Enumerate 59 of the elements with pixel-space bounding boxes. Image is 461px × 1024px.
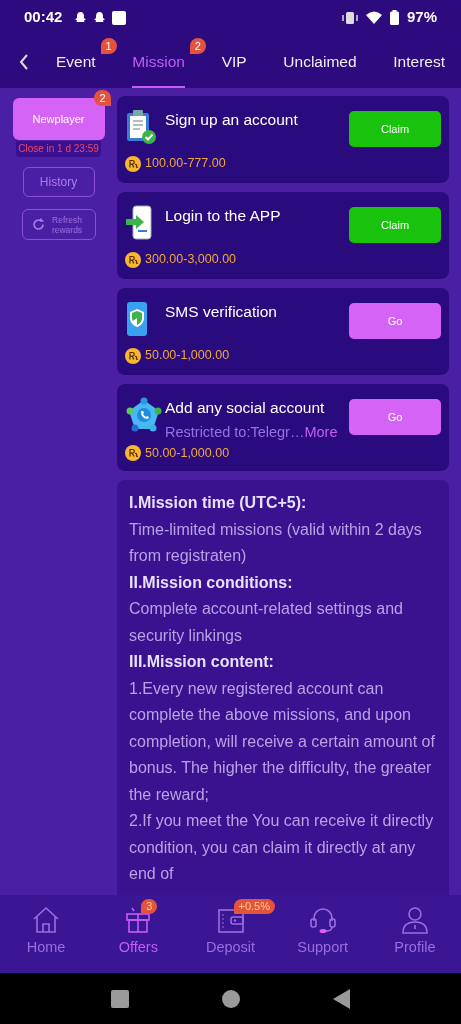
nav-tab[interactable]: Home (0, 895, 93, 973)
go-button[interactable]: Go (349, 303, 441, 339)
history-button[interactable]: History (22, 167, 95, 197)
badge: 2 (189, 38, 206, 54)
reward-amount: 300.00-3,000.00 (145, 251, 237, 269)
rule-paragraph: 2.If you meet the You can receive it directly condition, you can claim it directly at any end of (129, 811, 435, 884)
rule-paragraph: 1.Every new registered account can complete the above missions, and upon completion, will receive a certain amount of bonus. The higher the difficulty, the greater the reward; (129, 678, 436, 805)
mission-title: Login to the APP (165, 206, 282, 226)
rule-paragraph: Complete account-related settings and security linkings (129, 599, 404, 646)
mission-title: Sign up an account (165, 110, 299, 130)
phone-network-icon (125, 396, 163, 434)
clipboard-check-icon (125, 109, 157, 145)
claim-button[interactable]: Claim (349, 111, 441, 147)
nav-tab[interactable]: Profile (368, 895, 461, 973)
tab[interactable]: Interest (393, 35, 445, 88)
reward-amount: 100.00-777.00 (145, 155, 226, 173)
recent-apps-icon[interactable] (110, 989, 129, 1008)
phone-shield-icon (125, 301, 149, 337)
claim-button[interactable]: Claim (349, 207, 441, 243)
rupee-coin-icon (125, 155, 141, 172)
badge: 3 (141, 899, 158, 914)
vibrate-icon (341, 10, 358, 25)
tab[interactable]: Unclaimed (283, 35, 357, 88)
status-time: 00:42 (24, 7, 63, 28)
battery-percent: 97% (406, 7, 437, 28)
rule-heading: III.Mission content: (129, 652, 275, 672)
profile-icon (399, 905, 430, 935)
mission-title: Add any social account (165, 398, 326, 418)
rupee-coin-icon (125, 445, 141, 462)
refresh-icon (32, 218, 45, 231)
nav-tab[interactable]: 3 Offers (92, 895, 185, 973)
tab[interactable]: VIP (221, 35, 247, 88)
reward-amount: 50.00-1,000.00 (145, 444, 230, 462)
back-triangle-icon[interactable] (333, 988, 351, 1009)
nav-tab[interactable]: +0.5% Deposit (184, 895, 277, 973)
mission-title: SMS verification (165, 302, 278, 322)
phone-arrow-icon (125, 205, 155, 241)
badge: 1 (100, 38, 117, 54)
square-icon (112, 10, 127, 25)
reward-amount: 50.00-1,000.00 (145, 347, 230, 365)
rule-heading: I.Mission time (UTC+5): (129, 493, 308, 513)
rupee-coin-icon (125, 347, 141, 364)
battery-icon (389, 10, 399, 25)
more-link[interactable]: More (304, 422, 338, 444)
headset-icon (307, 905, 338, 935)
back-icon (19, 53, 29, 70)
nav-tab[interactable]: Support (276, 895, 369, 973)
ghost-icon (93, 11, 107, 24)
wifi-icon (365, 11, 382, 24)
badge: 2 (94, 90, 111, 106)
go-button[interactable]: Go (349, 399, 441, 435)
refresh-button[interactable]: Refresh rewards (21, 209, 96, 240)
rule-heading: II.Mission conditions: (129, 572, 294, 593)
rupee-coin-icon (125, 251, 141, 268)
badge: +0.5% (233, 899, 275, 914)
restriction-text: Restricted to:Telegr… (165, 423, 305, 442)
countdown-text: Close in 1 d 23:59 (16, 141, 101, 157)
ghost-icon (74, 11, 88, 24)
rule-paragraph: Time-limited missions (valid within 2 days from registraten) (129, 519, 423, 566)
